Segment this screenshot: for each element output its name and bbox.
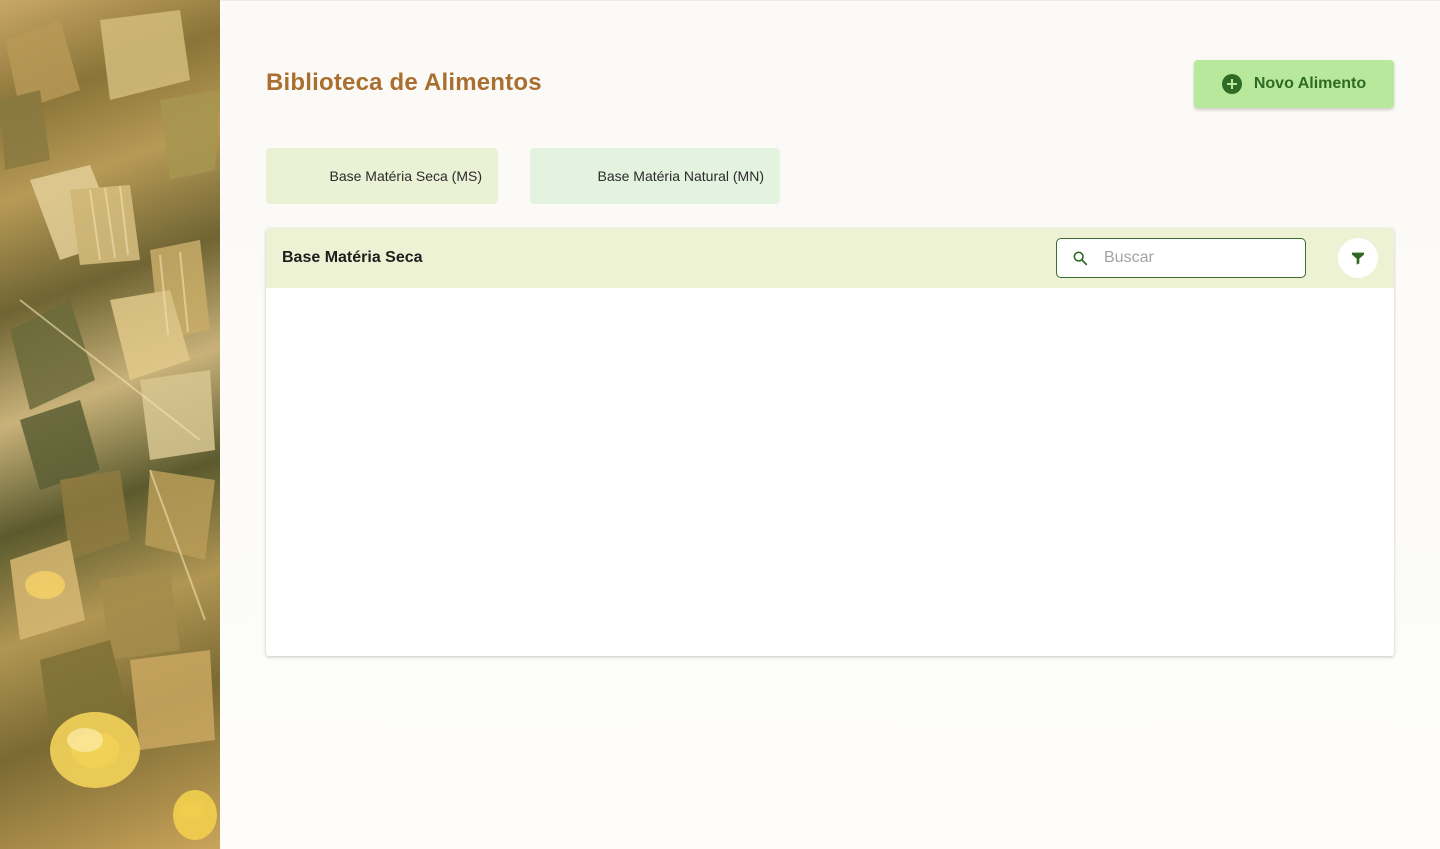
main-content: Biblioteca de Alimentos Novo Alimento Ba… — [220, 0, 1440, 849]
filter-button[interactable] — [1338, 238, 1378, 278]
page-title: Biblioteca de Alimentos — [266, 69, 542, 96]
search-box[interactable] — [1056, 238, 1306, 278]
new-food-button[interactable]: Novo Alimento — [1194, 60, 1394, 108]
filter-icon — [1352, 252, 1364, 265]
search-icon — [1073, 251, 1088, 266]
tab-base-materia-natural[interactable]: Base Matéria Natural (MN) — [530, 148, 780, 204]
sidebar-food-photo — [0, 0, 220, 849]
tab-base-materia-seca[interactable]: Base Matéria Seca (MS) — [266, 148, 498, 204]
table-body — [266, 288, 1394, 656]
corn-silage-texture — [0, 10, 220, 840]
food-table-card: Base Matéria Seca — [266, 228, 1394, 656]
search-input[interactable] — [1102, 248, 1296, 268]
new-food-button-label: Novo Alimento — [1253, 75, 1367, 92]
table-header: Base Matéria Seca — [266, 228, 1394, 288]
plus-circle-icon — [1221, 74, 1242, 94]
table-title: Base Matéria Seca — [282, 249, 423, 266]
